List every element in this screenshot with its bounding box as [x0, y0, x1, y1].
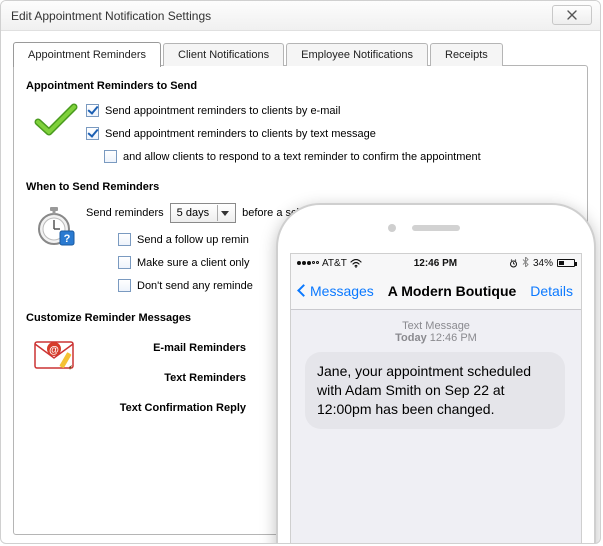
signal-dots-icon: [297, 261, 319, 265]
status-time: 12:46 PM: [414, 258, 457, 269]
checkbox-label: Send appointment reminders to clients by…: [105, 105, 340, 117]
close-button[interactable]: [552, 5, 592, 25]
section-title-when-to-send: When to Send Reminders: [26, 181, 575, 193]
message-day-label: Today: [395, 332, 427, 344]
dropdown-value: 5 days: [177, 207, 209, 219]
status-bar: AT&T 12:46 PM 34%: [291, 254, 581, 272]
phone-speaker-icon: [412, 225, 460, 231]
window-title: Edit Appointment Notification Settings: [11, 9, 211, 23]
checkbox-label: Send a follow up remin: [137, 234, 249, 246]
svg-text:?: ?: [64, 233, 71, 245]
bluetooth-icon: [522, 257, 529, 270]
back-button[interactable]: Messages: [299, 283, 374, 299]
conversation-title: A Modern Boutique: [388, 283, 517, 299]
checkbox-label: and allow clients to respond to a text r…: [123, 151, 481, 163]
checkbox-client-only[interactable]: [118, 256, 131, 269]
tab-appointment-reminders[interactable]: Appointment Reminders: [13, 42, 161, 67]
phone-screen: AT&T 12:46 PM 34% Messages: [290, 253, 582, 544]
options-col: Send appointment reminders to clients by…: [86, 100, 575, 173]
checkmark-icon: [34, 102, 78, 138]
tab-employee-notifications[interactable]: Employee Notifications: [286, 43, 428, 66]
battery-percent: 34%: [533, 258, 553, 269]
message-bubble: Jane, your appointment scheduled with Ad…: [305, 352, 565, 429]
section-title-reminders-to-send: Appointment Reminders to Send: [26, 80, 575, 92]
tab-client-notifications[interactable]: Client Notifications: [163, 43, 284, 66]
tab-label: Client Notifications: [178, 49, 269, 61]
label-send-reminders-pre: Send reminders: [86, 207, 164, 219]
message-type-label: Text Message: [291, 320, 581, 332]
messages-navbar: Messages A Modern Boutique Details: [291, 272, 581, 310]
icon-col: [26, 100, 86, 138]
message-time-label: 12:46 PM: [430, 332, 477, 344]
checkbox-label: Don't send any reminde: [137, 280, 253, 292]
tab-label: Appointment Reminders: [28, 49, 146, 61]
phone-camera-icon: [388, 224, 396, 232]
checkbox-no-reminders[interactable]: [118, 279, 131, 292]
phone-body: AT&T 12:46 PM 34% Messages: [276, 203, 596, 544]
dialog-window: Edit Appointment Notification Settings A…: [0, 0, 601, 544]
chevron-down-icon: [217, 205, 231, 221]
checkbox-label: Make sure a client only: [137, 257, 250, 269]
label-text-confirmation-reply: Text Confirmation Reply: [120, 402, 246, 414]
details-button[interactable]: Details: [530, 283, 573, 299]
wifi-icon: [350, 259, 362, 268]
svg-text:@: @: [49, 345, 59, 356]
section-reminders-to-send: Send appointment reminders to clients by…: [26, 100, 575, 173]
checkbox-followup[interactable]: [118, 233, 131, 246]
stopwatch-icon: ?: [36, 203, 76, 247]
dropdown-reminder-timing[interactable]: 5 days: [170, 203, 236, 223]
envelope-edit-icon: @: [33, 334, 79, 372]
checkbox-send-email[interactable]: [86, 104, 99, 117]
tab-label: Employee Notifications: [301, 49, 413, 61]
back-label: Messages: [310, 283, 374, 299]
tab-label: Receipts: [445, 49, 488, 61]
checkbox-allow-reply[interactable]: [104, 150, 117, 163]
tab-strip: Appointment Reminders Client Notificatio…: [13, 41, 588, 66]
chevron-left-icon: [297, 284, 310, 297]
label-text-reminders: Text Reminders: [164, 372, 246, 384]
checkbox-send-text[interactable]: [86, 127, 99, 140]
message-meta: Text Message Today 12:46 PM: [291, 320, 581, 344]
battery-icon: [557, 259, 575, 267]
icon-col: @: [26, 332, 86, 372]
titlebar: Edit Appointment Notification Settings: [1, 1, 600, 31]
checkbox-label: Send appointment reminders to clients by…: [105, 128, 376, 140]
label-email-reminders: E-mail Reminders: [153, 342, 246, 354]
close-icon: [565, 10, 579, 20]
icon-col: ?: [26, 201, 86, 247]
carrier-label: AT&T: [322, 258, 347, 269]
phone-preview: AT&T 12:46 PM 34% Messages: [276, 203, 601, 544]
tab-receipts[interactable]: Receipts: [430, 43, 503, 66]
alarm-icon: [509, 259, 518, 268]
